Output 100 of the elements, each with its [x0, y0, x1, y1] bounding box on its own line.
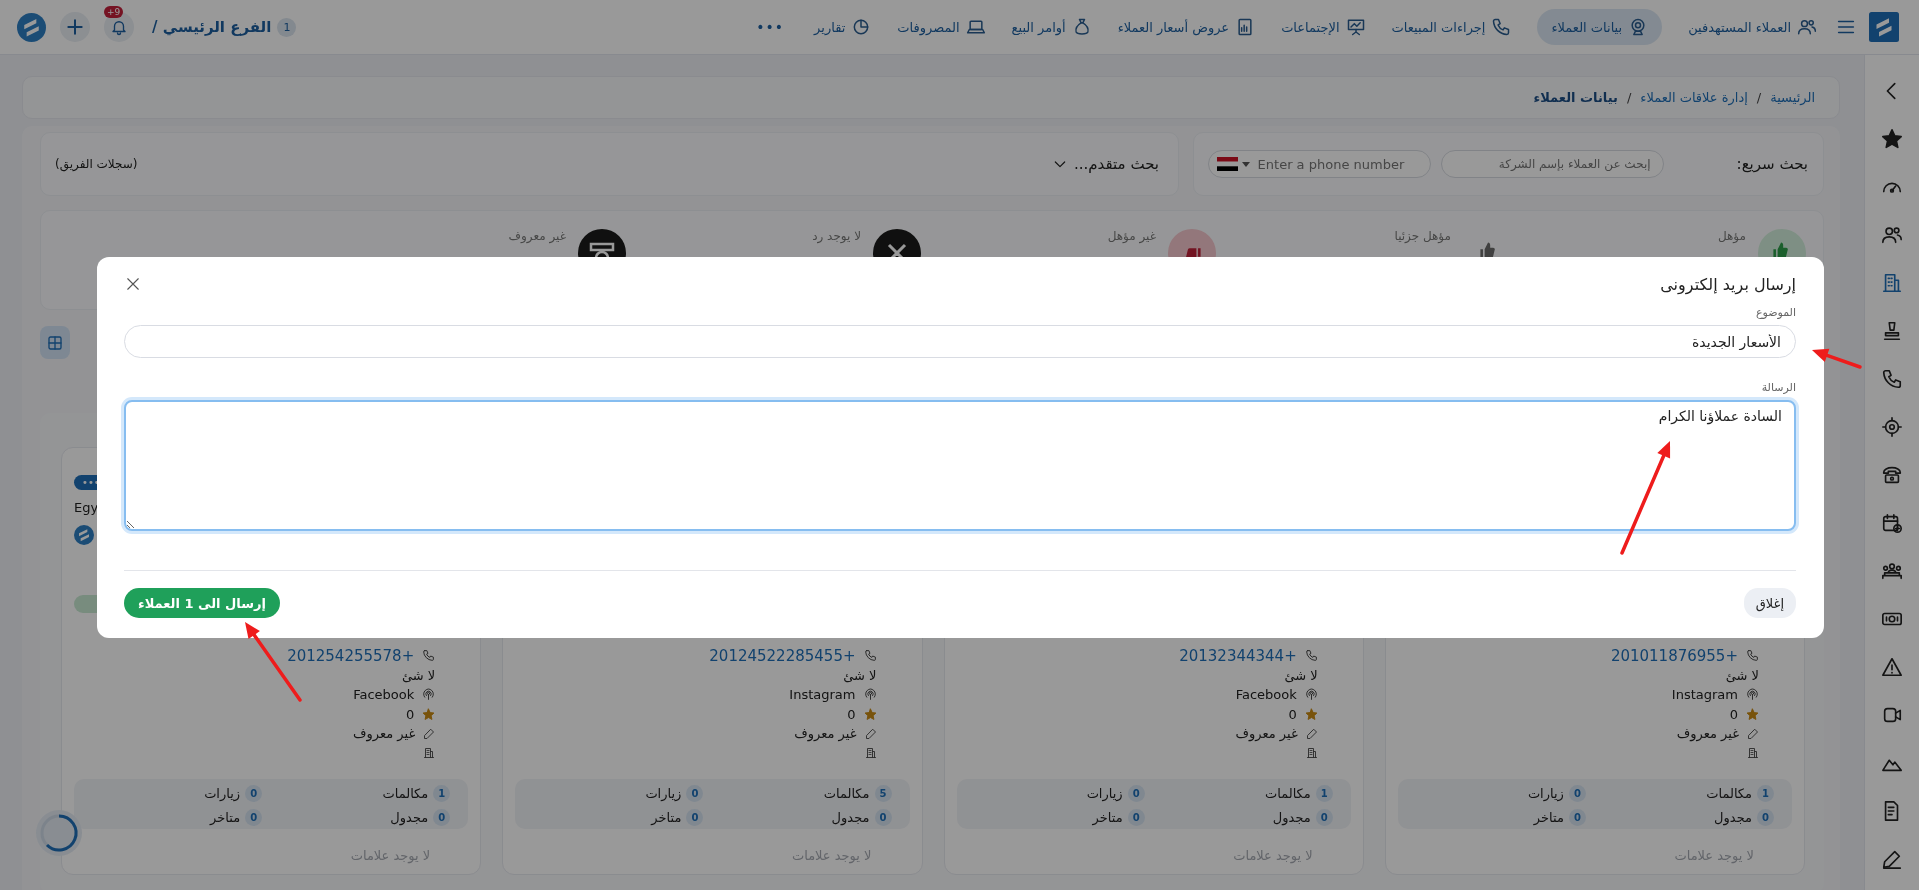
subject-field[interactable]: الأسعار الجديدة	[124, 325, 1796, 358]
field-label: الرسالة	[1760, 380, 1796, 396]
rating-text: 0	[1288, 706, 1297, 722]
count-badge: 1	[1315, 785, 1333, 802]
phone-number-input[interactable]: Enter a phone number	[1249, 155, 1430, 173]
rank-text: غير معروف	[353, 726, 416, 742]
advanced-search-toggle[interactable]: بحث متقدم...	[1052, 155, 1159, 173]
users-icon	[1797, 17, 1817, 37]
rank-text: غير معروف	[1676, 726, 1739, 742]
sidebar-button[interactable]	[1879, 415, 1905, 439]
note-text: لا شئ	[401, 667, 436, 683]
sidebar-button[interactable]	[1879, 655, 1905, 679]
nav-tab[interactable]: إجراءات المبيعات	[1391, 9, 1512, 45]
activity-label: زيارات	[1527, 786, 1564, 801]
company-search-field[interactable]: إبحث عن العملاء بإسم الشركة	[1440, 150, 1664, 178]
close-button[interactable]	[124, 275, 142, 293]
plus-icon	[65, 17, 85, 37]
nav-tab[interactable]: عروض أسعار العملاء	[1117, 9, 1256, 45]
phone-link[interactable]: +20124522285455	[709, 646, 856, 665]
note-text: لا شئ	[1284, 667, 1318, 683]
source-text: Instagram	[1671, 687, 1738, 703]
message-field[interactable]: السادة عملاؤنا الكرام	[124, 400, 1796, 531]
rank-text: غير معروف	[794, 726, 857, 742]
branch-selector[interactable]: الفرع الرئيسي /	[152, 18, 272, 36]
activity-label: متاخر	[210, 809, 241, 825]
users-icon	[1881, 224, 1903, 246]
group-icon	[1881, 560, 1903, 582]
close-dialog-button[interactable]: إغلاق	[1743, 588, 1796, 618]
star-icon	[422, 707, 436, 721]
nav-tab[interactable]: بيانات العملاء	[1537, 9, 1663, 45]
nav-tab[interactable]: أوامر البيع	[1011, 9, 1092, 45]
activity-label: مجدول	[1272, 809, 1311, 825]
thumbs-up-icon	[1479, 241, 1497, 258]
building-icon	[1305, 747, 1318, 760]
logo-icon	[74, 525, 94, 545]
country-select[interactable]	[1216, 157, 1250, 171]
rank-text: غير معروف	[1235, 726, 1298, 742]
breadcrumb-link[interactable]: بيانات العملاء	[1533, 90, 1618, 105]
count-badge: 0	[1315, 808, 1333, 826]
more-menu-button[interactable]: •••	[756, 19, 785, 35]
activity-label: زيارات	[645, 786, 682, 801]
source-icon	[863, 688, 877, 702]
stat-label: غير معروف	[508, 229, 566, 243]
warning-icon	[1881, 656, 1903, 678]
source-text: Facebook	[353, 687, 415, 703]
dialog-title: إرسال بريد إلكترونى	[1660, 274, 1796, 294]
stat-label: مؤهل جزئيا	[1394, 229, 1451, 243]
phone-link[interactable]: +20132344344	[1179, 646, 1297, 665]
send-button[interactable]: إرسال الى 1 العملاء	[124, 588, 280, 618]
source-text: Instagram	[789, 687, 856, 703]
breadcrumb-link[interactable]: إدارة علاقات العملاء	[1640, 90, 1748, 105]
grid-view-button[interactable]	[40, 326, 70, 359]
star-icon	[1881, 128, 1903, 150]
count-badge: 0	[1757, 808, 1774, 826]
annotation-arrow	[1812, 348, 1862, 369]
breadcrumb-link[interactable]: الرئيسية	[1770, 90, 1815, 105]
add-button[interactable]	[60, 12, 90, 42]
count-badge: 0	[1568, 808, 1586, 826]
star-icon	[1304, 707, 1318, 721]
pencil-icon	[1305, 727, 1318, 740]
team-records-label: (سجلات الفريق)	[55, 157, 138, 171]
count-badge: 1	[433, 785, 451, 802]
pencil-icon	[864, 727, 877, 740]
notification-count: +9	[104, 6, 124, 18]
breadcrumb-separator: /	[1756, 90, 1762, 105]
activity-label: متاخر	[1092, 809, 1123, 825]
count-badge: 0	[245, 808, 263, 826]
activity-label: مكالمات	[823, 786, 870, 801]
phone-icon	[1491, 17, 1512, 37]
country-text: Egy	[74, 500, 99, 515]
activity-label: متاخر	[651, 809, 682, 825]
nav-tab[interactable]: العملاء المستهدفين	[1688, 9, 1817, 45]
count-badge: 1	[277, 17, 297, 37]
bell-icon	[110, 18, 128, 36]
nav-tab[interactable]: تقارير	[814, 9, 872, 45]
rating-text: 0	[405, 706, 415, 722]
activity-label: مكالمات	[1706, 786, 1752, 801]
source-text: Facebook	[1235, 687, 1297, 703]
stat-label: لا يوجد رد	[812, 229, 861, 243]
presentation-icon	[1345, 17, 1366, 37]
logo-icon	[1869, 12, 1899, 42]
caret-icon	[1241, 161, 1250, 167]
phone-field[interactable]: Enter a phone number	[1207, 150, 1431, 178]
building-icon	[1881, 272, 1903, 294]
activity-label: متاخر	[1533, 809, 1564, 825]
phone-link[interactable]: +201254255578	[287, 646, 415, 665]
phone-icon	[1881, 368, 1903, 390]
phone-link[interactable]: +201011876955	[1610, 646, 1738, 665]
phone-icon	[422, 649, 436, 663]
source-icon	[1746, 688, 1759, 702]
count-badge: 0	[874, 808, 892, 826]
nav-tab[interactable]: الإجتماعات	[1281, 9, 1366, 45]
activity-label: مكالمات	[1264, 786, 1311, 801]
nav-tab[interactable]: المصروفات	[897, 9, 986, 45]
sidebar-button[interactable]	[1879, 127, 1905, 151]
count-badge: 0	[686, 785, 704, 802]
thumbs-down-icon	[1168, 229, 1216, 258]
count-badge: 1	[1757, 785, 1774, 802]
pen-icon	[1881, 848, 1903, 870]
telephone-icon	[1881, 464, 1903, 486]
